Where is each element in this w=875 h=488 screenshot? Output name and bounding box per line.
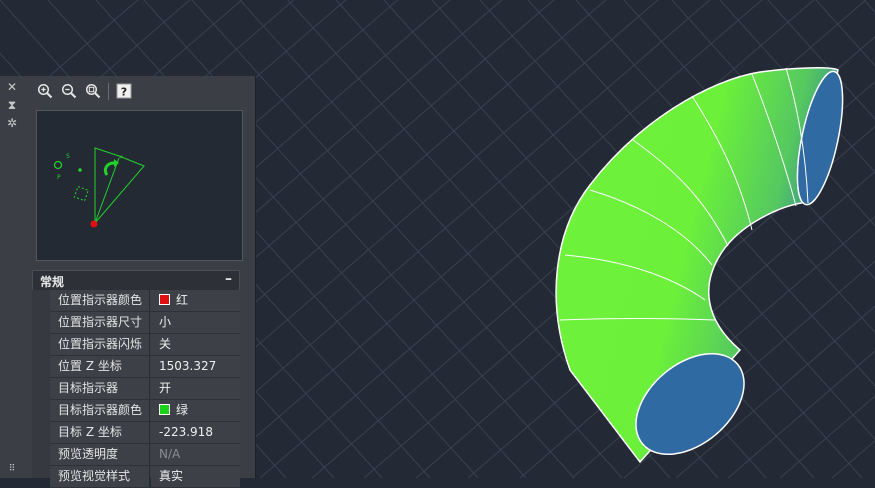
svg-text:?: ?: [121, 86, 127, 99]
property-row-location-indicator-color[interactable]: 位置指示器颜色 红: [50, 290, 240, 312]
property-name: 位置 Z 坐标: [50, 356, 150, 377]
property-row-target-indicator[interactable]: 目标指示器 开: [50, 378, 240, 400]
section-title: 常规: [40, 275, 65, 289]
property-name: 预览视觉样式: [50, 466, 150, 487]
property-name: 预览透明度: [50, 444, 150, 465]
property-value-text: 红: [176, 293, 189, 307]
property-name: 位置指示器颜色: [50, 290, 150, 311]
property-row-target-indicator-color[interactable]: 目标指示器颜色 绿: [50, 400, 240, 422]
property-gutter: [32, 290, 50, 478]
section-general-header[interactable]: 常规 –: [32, 270, 240, 291]
palette-title-strip: ✕ ⧗ ✲ ⠿: [0, 76, 25, 478]
palette-grip-icon[interactable]: ⠿: [4, 462, 20, 476]
close-icon[interactable]: ✕: [4, 80, 20, 94]
property-row-location-indicator-blink[interactable]: 位置指示器闪烁 关: [50, 334, 240, 356]
help-icon[interactable]: ?: [115, 82, 133, 100]
property-value: N/A: [151, 444, 240, 465]
property-value[interactable]: -223.918: [151, 422, 240, 443]
property-name: 目标指示器颜色: [50, 400, 150, 421]
zoom-in-icon[interactable]: [36, 82, 54, 100]
settings-icon[interactable]: ✲: [4, 116, 20, 130]
property-value[interactable]: 真实: [151, 466, 240, 487]
color-swatch: [159, 294, 170, 305]
zoom-out-icon[interactable]: [60, 82, 78, 100]
svg-text:S: S: [66, 153, 70, 160]
pin-icon[interactable]: ⧗: [4, 98, 20, 112]
color-swatch: [159, 404, 170, 415]
property-value[interactable]: 绿: [151, 400, 240, 421]
property-name: 位置指示器闪烁: [50, 334, 150, 355]
svg-text:P: P: [57, 174, 61, 181]
collapse-icon[interactable]: –: [225, 271, 232, 287]
property-list: 位置指示器颜色 红 位置指示器尺寸 小 位置指示器闪烁 关 位置 Z 坐标 15…: [50, 290, 240, 488]
property-name: 目标 Z 坐标: [50, 422, 150, 443]
property-row-preview-visual-style[interactable]: 预览视觉样式 真实: [50, 466, 240, 488]
property-value[interactable]: 红: [151, 290, 240, 311]
property-row-target-z[interactable]: 目标 Z 坐标 -223.918: [50, 422, 240, 444]
property-value-text: 绿: [176, 403, 189, 417]
property-row-location-z[interactable]: 位置 Z 坐标 1503.327: [50, 356, 240, 378]
camera-properties-palette: ? * S P 常规 – 位置指示器颜色 红 位置指示器尺寸 小 位置指示器闪烁…: [24, 76, 256, 488]
property-value[interactable]: 开: [151, 378, 240, 399]
property-row-preview-transparency[interactable]: 预览透明度 N/A: [50, 444, 240, 466]
zoom-extents-icon[interactable]: [84, 82, 102, 100]
camera-preview-window[interactable]: * S P: [36, 110, 243, 261]
property-value[interactable]: 1503.327: [151, 356, 240, 377]
property-name: 位置指示器尺寸: [50, 312, 150, 333]
property-value[interactable]: 小: [151, 312, 240, 333]
property-value[interactable]: 关: [151, 334, 240, 355]
property-name: 目标指示器: [50, 378, 150, 399]
property-row-location-indicator-size[interactable]: 位置指示器尺寸 小: [50, 312, 240, 334]
svg-text:*: *: [119, 154, 123, 163]
camera-location-indicator: [90, 220, 98, 228]
toolbar-separator: [108, 83, 109, 100]
